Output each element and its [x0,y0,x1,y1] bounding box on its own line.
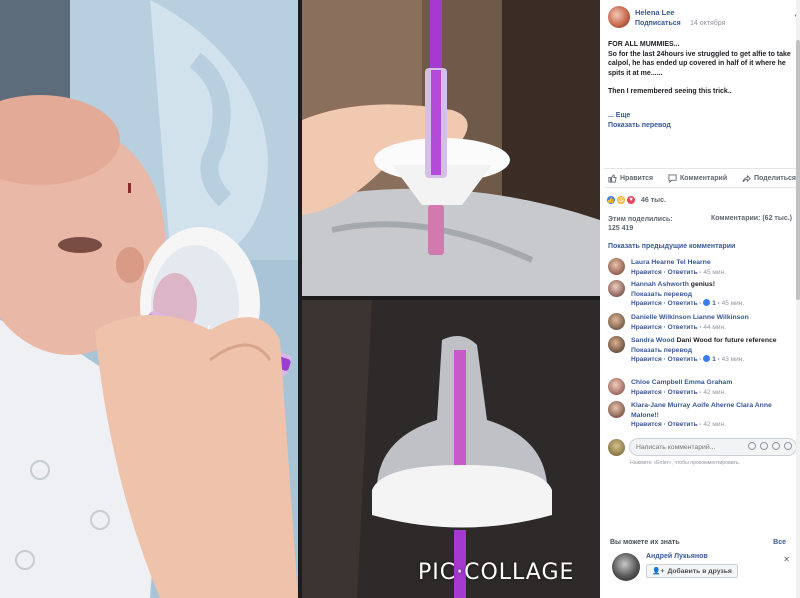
love-reaction-icon: ♥ [626,195,636,205]
close-icon[interactable]: ✕ [783,555,790,564]
see-more-link[interactable]: ... Еще [608,112,630,119]
comment-text: genius! [690,281,715,288]
show-translation-link[interactable]: Показать перевод [608,122,671,129]
post-action-bar: Нравится Комментарий Поделиться [604,168,800,188]
subscribe-link[interactable]: Подписаться [635,20,681,27]
comment-button[interactable]: Комментарий [668,173,728,183]
post-text: FOR ALL MUMMIES... So for the last 24hou… [608,40,794,106]
commenter-name[interactable]: Chloe Campbell [631,379,682,386]
collage-photo-teat [302,300,600,598]
comment-composer [608,437,798,459]
pymk-avatar[interactable] [612,553,640,581]
comments-count[interactable]: Комментарии: (62 тыс.) [711,215,792,222]
comment-bubble-icon [668,173,677,183]
share-arrow-icon [742,174,751,182]
poster-name-link[interactable]: Helena Lee [635,8,675,17]
comment-time[interactable]: 45 мин. [703,269,726,276]
composer-icons [748,442,792,450]
commenter-avatar[interactable] [608,378,625,395]
collage-photo-baby: Jodie [0,0,298,598]
add-friend-button[interactable]: 👤+ Добавить в друзья [646,564,738,578]
gif-icon[interactable] [772,442,780,450]
comment-translate-link[interactable]: Показать перевод [631,290,796,300]
reactions-summary[interactable]: 👍 😆 ♥ 46 тыс. [606,195,666,205]
reactions-count: 46 тыс. [641,196,666,204]
camera-icon[interactable] [760,442,768,450]
add-friend-icon: 👤+ [652,568,665,575]
post-text-line-3: Then I remembered seeing this trick.. [608,88,732,96]
post-date[interactable]: 14 октября [690,20,725,27]
comment-like-count[interactable]: 1 [712,300,716,307]
sticker-icon[interactable] [784,442,792,450]
comment-translate-link[interactable]: Показать перевод [631,346,796,356]
post-text-line-1: FOR ALL MUMMIES... [608,41,680,48]
shares-value: 125 419 [608,225,634,232]
comment-reply-link[interactable]: Ответить [668,421,698,428]
comment-time[interactable]: 43 мин. [722,356,745,363]
share-button-label: Поделиться [753,174,796,182]
comment-reply-link[interactable]: Ответить [668,269,698,276]
commenter-avatar[interactable] [608,336,625,353]
commenter-avatar[interactable] [608,313,625,330]
commenter-name[interactable]: Danielle Wilkinson [631,314,691,321]
commenter-avatar[interactable] [608,258,625,275]
show-previous-comments-link[interactable]: Показать предыдущие комментарии [608,243,735,250]
post-header: Helena Lee Подписаться 14 октября ▾ [608,6,798,32]
post-text-line-2: So for the last 24hours ive struggled to… [608,50,791,77]
panel-scrollbar[interactable] [796,0,800,598]
comment-like-count[interactable]: 1 [712,356,716,363]
comment-text: Dani Wood for future reference [676,337,777,344]
comment-button-label: Комментарий [680,174,728,182]
thumbs-up-icon [608,173,617,183]
comment-time[interactable]: 44 мин. [703,324,726,331]
commenter-name[interactable]: Sandra Wood [631,337,675,344]
comment-reply-link[interactable]: Ответить [668,389,698,396]
comment-time[interactable]: 42 мин. [703,421,726,428]
comment-reply-link[interactable]: Ответить [668,324,698,331]
commenter-name[interactable]: Laura Hearne [631,259,674,266]
comment-like-link[interactable]: Нравится [631,269,662,276]
commenter-avatar[interactable] [608,280,625,297]
comment-like-icon [703,299,711,306]
current-user-avatar [608,439,625,456]
comment-time[interactable]: 45 мин. [722,300,745,307]
collage-watermark: PIC·COLLAGE [418,560,575,585]
like-button[interactable]: Нравится [608,173,654,183]
commenter-name[interactable]: Klara-Jane Murray [631,402,690,409]
commenter-avatar[interactable] [608,401,625,418]
add-friend-label: Добавить в друзья [667,567,732,575]
pymk-name-link[interactable]: Андрей Лукьянов [646,553,708,560]
commenter-name[interactable]: Hannah Ashworth [631,281,689,288]
comment-time[interactable]: 42 мин. [703,389,726,396]
comment-like-link[interactable]: Нравится [631,324,662,331]
comment-reply-link[interactable]: Ответить [668,300,698,307]
share-button[interactable]: Поделиться [742,174,796,183]
collage-photo-syringe-ring [302,0,600,296]
haha-reaction-icon: 😆 [616,195,626,205]
pymk-title: Вы можете их знать [610,539,680,546]
comment-like-link[interactable]: Нравится [631,300,662,307]
scrollbar-thumb[interactable] [796,40,800,300]
comment-like-link[interactable]: Нравится [631,356,662,363]
post-panel: Helena Lee Подписаться 14 октября ▾ FOR … [600,0,800,598]
comment-tag[interactable]: Emma Graham [684,379,732,386]
poster-avatar[interactable] [608,6,630,28]
shares-count[interactable]: Этим поделились: 125 419 [608,215,673,233]
photo-collage[interactable]: Jodie [0,0,600,598]
comment-tag[interactable]: Tel Hearne [676,259,710,266]
comment-like-link[interactable]: Нравится [631,421,662,428]
like-button-label: Нравится [620,174,654,182]
comment-like-link[interactable]: Нравится [631,389,662,396]
shares-label: Этим поделились: [608,216,673,223]
emoji-icon[interactable] [748,442,756,450]
like-reaction-icon: 👍 [606,195,616,205]
comment-like-icon [703,355,711,362]
comment-tag[interactable]: Lianne Wilkinson [693,314,749,321]
pymk-see-all-link[interactable]: Все [773,539,786,546]
comment-reply-link[interactable]: Ответить [668,356,698,363]
enter-hint: Нажмите «Enter», чтобы прокомментировать… [630,460,741,466]
